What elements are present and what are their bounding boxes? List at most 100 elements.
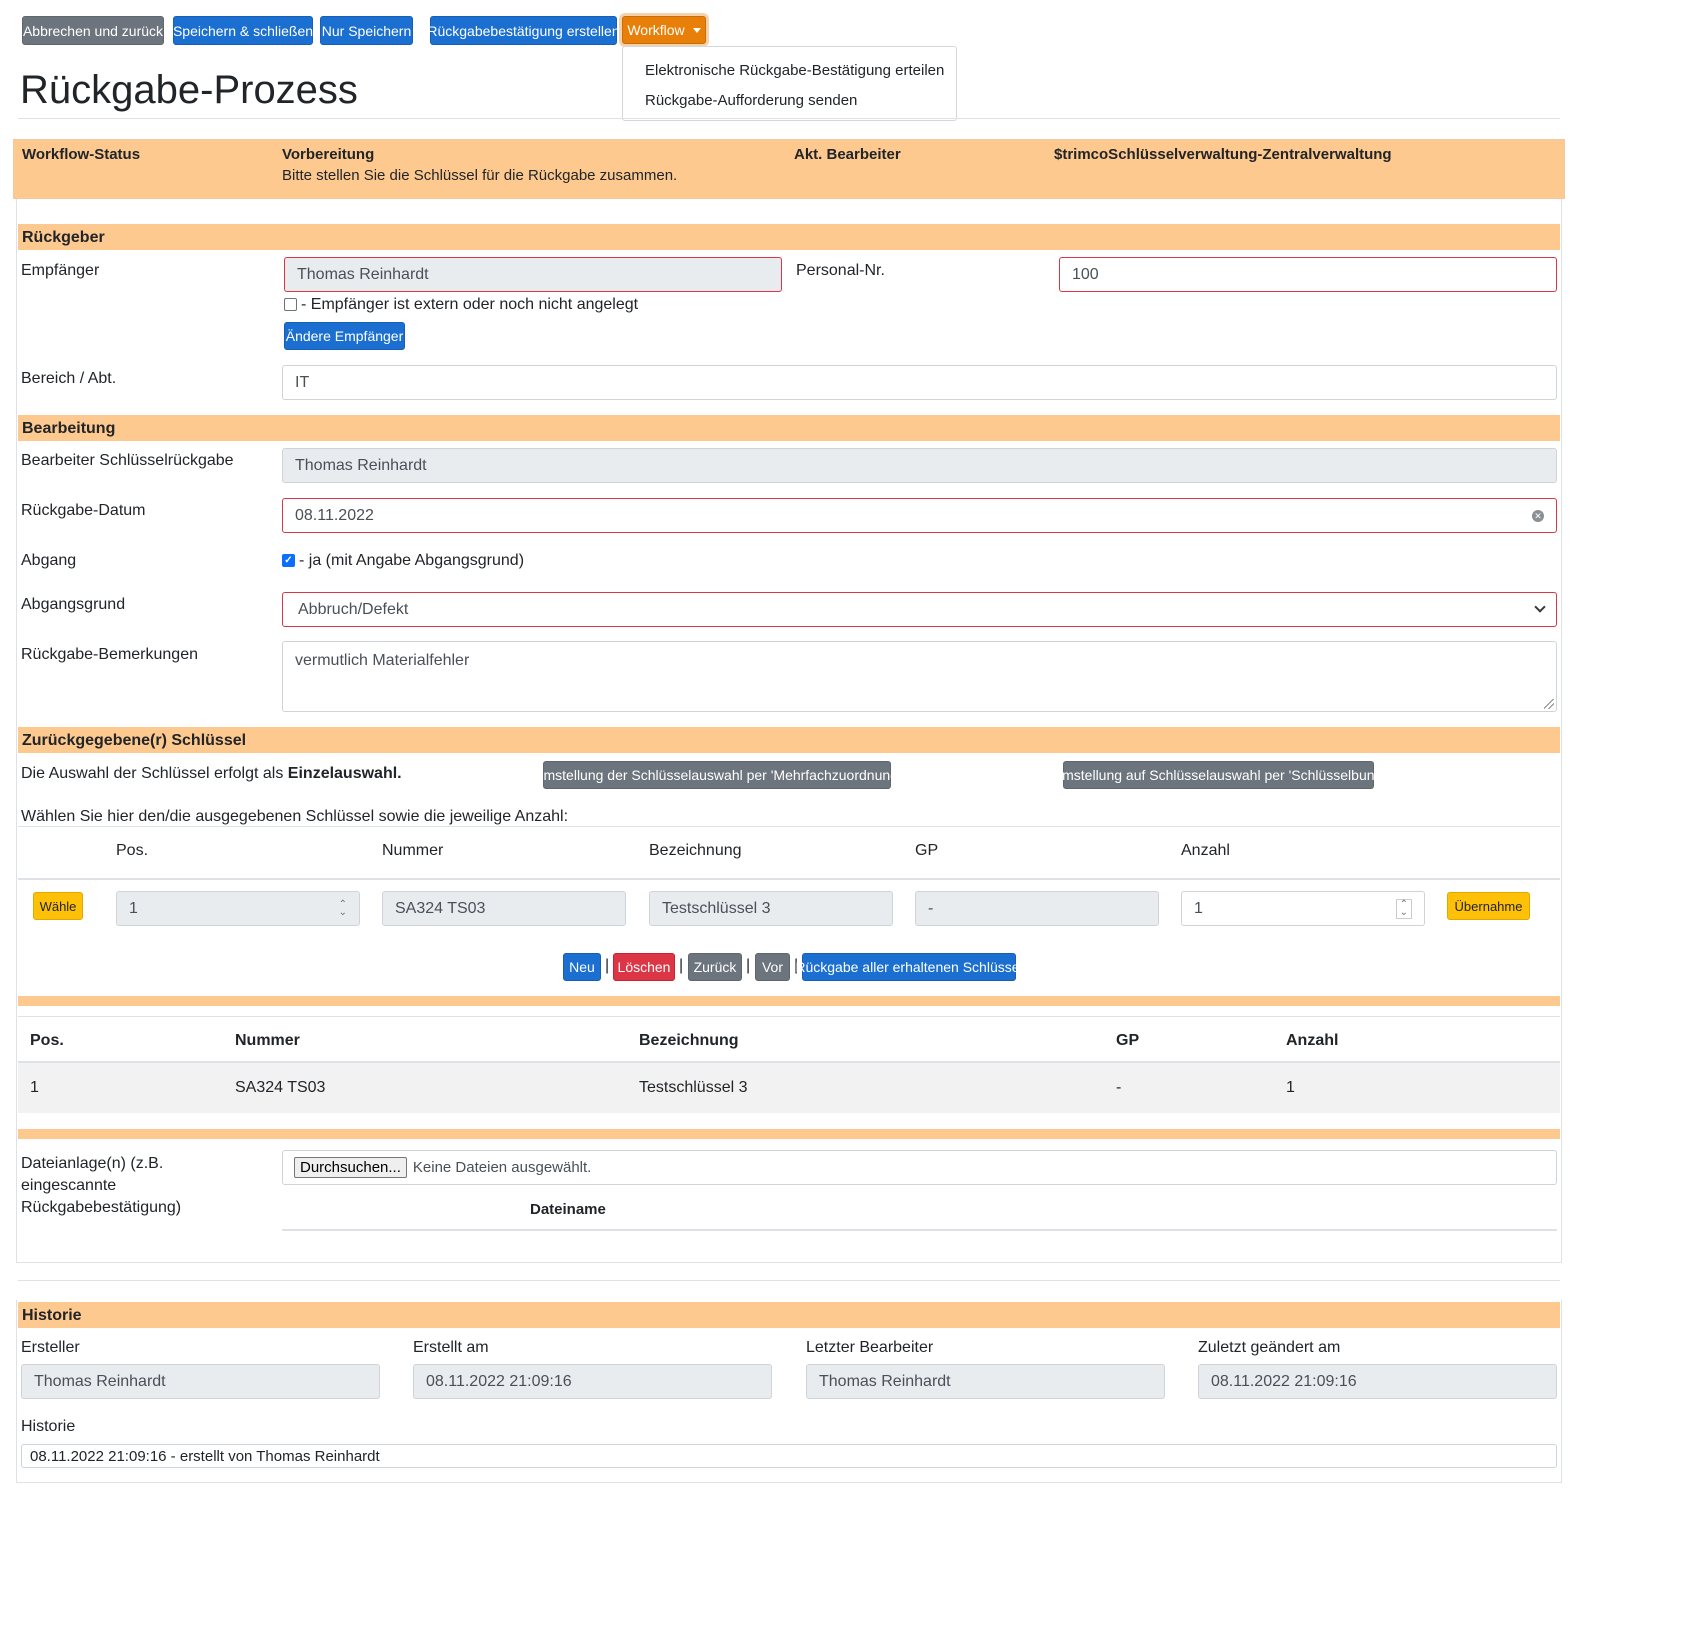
department-label: Bereich / Abt. [21, 370, 117, 387]
menu-item-send-request[interactable]: Rückgabe-Aufforderung senden [645, 92, 857, 109]
menu-item-electronic-confirmation[interactable]: Elektronische Rückgabe-Bestätigung ertei… [645, 62, 944, 79]
disposal-reason-select[interactable]: Abbruch/Defekt [282, 592, 1557, 627]
page-title: Rückgabe-Prozess [20, 68, 358, 112]
save-close-button[interactable]: Speichern & schließen [173, 16, 313, 45]
current-editor-label: Akt. Bearbeiter [794, 146, 901, 163]
creator-field[interactable]: Thomas Reinhardt [21, 1364, 380, 1399]
stepper-arrows-icon[interactable]: ⌃ ⌄ [1395, 898, 1412, 919]
history-log-field[interactable]: 08.11.2022 21:09:16 - erstellt von Thoma… [21, 1444, 1557, 1468]
select-key-button[interactable]: Wähle [33, 892, 83, 920]
workflow-status-label: Workflow-Status [22, 146, 141, 163]
change-recipient-button[interactable]: Ändere Empfänger [284, 322, 405, 350]
pos-value: 1 [129, 899, 138, 917]
return-date-label: Rückgabe-Datum [21, 502, 146, 519]
cancel-button[interactable]: Abbrechen und zurück [22, 16, 164, 45]
row-gp: - [1116, 1079, 1122, 1096]
workflow-label: Workflow [627, 22, 685, 38]
switch-multi-assign-button[interactable]: Umstellung der Schlüsselauswahl per 'Meh… [533, 761, 901, 789]
return-all-keys-button[interactable]: Rückgabe aller erhaltenen Schlüssel [795, 953, 1023, 981]
delete-button[interactable]: Löschen [613, 953, 675, 981]
section-rueckgeber: Rückgeber [18, 224, 1560, 250]
return-date-value: 08.11.2022 [295, 506, 374, 524]
filename-header-divider [282, 1229, 1557, 1231]
remarks-value: vermutlich Materialfehler [295, 652, 470, 669]
history-top-divider [18, 1280, 1560, 1281]
processor-field[interactable]: Thomas Reinhardt [282, 448, 1557, 483]
form-header-number: Nummer [382, 842, 444, 859]
department-field[interactable]: IT [282, 365, 1557, 400]
apply-button[interactable]: Übernahme [1447, 892, 1530, 920]
attachments-label: Dateianlage(n) (z.B. eingescannte Rückga… [21, 1155, 182, 1216]
workflow-status-bar: Workflow-Status Vorbereitung Bitte stell… [13, 139, 1565, 199]
nav-separator: | [746, 957, 751, 974]
form-header-pos: Pos. [116, 842, 149, 859]
switch-keyring-button[interactable]: Umstellung auf Schlüsselauswahl per 'Sch… [1052, 761, 1385, 789]
key-gp-field[interactable]: - [915, 891, 1159, 926]
disposal-reason-value: Abbruch/Defekt [298, 600, 409, 618]
processor-label: Bearbeiter Schlüsselrückgabe [21, 452, 234, 469]
last-editor-label: Letzter Bearbeiter [806, 1339, 934, 1356]
recipient-field[interactable]: Thomas Reinhardt [284, 257, 782, 292]
no-file-text: Keine Dateien ausgewählt. [412, 1159, 592, 1176]
keys-separator-bar [18, 996, 1560, 1006]
key-number-field[interactable]: SA324 TS03 [382, 891, 626, 926]
key-count-stepper[interactable]: 1 ⌃ ⌄ [1181, 891, 1425, 926]
created-at-label: Erstellt am [413, 1339, 489, 1356]
created-at-field[interactable]: 08.11.2022 21:09:16 [413, 1364, 772, 1399]
table-row[interactable]: 1 SA324 TS03 Testschlüssel 3 - 1 [18, 1061, 1560, 1113]
caret-down-icon [692, 27, 701, 33]
remarks-textarea[interactable]: vermutlich Materialfehler [282, 641, 1557, 712]
table-header-number: Nummer [235, 1032, 300, 1049]
section-bearbeitung: Bearbeitung [18, 415, 1560, 441]
save-only-button[interactable]: Nur Speichern [320, 16, 413, 45]
modified-at-label: Zuletzt geändert am [1198, 1339, 1341, 1356]
current-editor-value: $trimcoSchlüsselverwaltung-Zentralverwal… [1054, 146, 1392, 163]
stepper-arrows-icon[interactable]: ⌃ ⌄ [339, 899, 347, 917]
creator-label: Ersteller [21, 1339, 80, 1356]
table-header-count: Anzahl [1286, 1032, 1339, 1049]
table-top-border [18, 1016, 1560, 1017]
nav-separator: | [679, 957, 684, 974]
back-button[interactable]: Zurück [688, 953, 742, 981]
table-header-gp: GP [1116, 1032, 1140, 1049]
selection-text: Die Auswahl der Schlüssel erfolgt als [21, 765, 288, 782]
section-keys: Zurückgegebene(r) Schlüssel [18, 727, 1560, 753]
modified-at-field[interactable]: 08.11.2022 21:09:16 [1198, 1364, 1557, 1399]
disposal-checkbox-label: - ja (mit Angabe Abgangsgrund) [299, 552, 525, 569]
resize-handle-icon[interactable] [1544, 699, 1554, 709]
filename-header: Dateiname [530, 1201, 606, 1218]
count-value: 1 [1194, 899, 1203, 917]
selection-mode-value: Einzelauswahl. [287, 765, 402, 782]
table-header-designation: Bezeichnung [639, 1032, 739, 1049]
chevron-down-icon [1534, 601, 1546, 613]
row-number: SA324 TS03 [235, 1079, 326, 1096]
disposal-checkbox[interactable]: ✓ [282, 554, 295, 567]
instruction-divider [18, 826, 1560, 827]
workflow-menu: Elektronische Rückgabe-Bestätigung ertei… [622, 46, 957, 121]
workflow-status-hint: Bitte stellen Sie die Schlüssel für die … [282, 167, 678, 184]
personnel-number-field[interactable]: 100 [1059, 257, 1557, 292]
create-confirmation-button[interactable]: Rückgabebestätigung erstellen [427, 16, 620, 45]
return-date-field[interactable]: 08.11.2022 ✕ [282, 498, 1557, 533]
pos-stepper[interactable]: 1 ⌃ ⌄ [116, 891, 360, 926]
workflow-dropdown-button[interactable]: Workflow [622, 16, 706, 44]
forward-button[interactable]: Vor [755, 953, 790, 981]
selection-mode-text: Die Auswahl der Schlüssel erfolgt als Ei… [21, 765, 402, 783]
external-recipient-checkbox[interactable] [284, 298, 297, 311]
disposal-reason-label: Abgangsgrund [21, 596, 126, 613]
row-pos: 1 [30, 1079, 39, 1096]
browse-button[interactable]: Durchsuchen... [294, 1157, 407, 1178]
file-upload-field[interactable]: Durchsuchen... Keine Dateien ausgewählt. [282, 1150, 1557, 1185]
form-header-gp: GP [915, 842, 939, 859]
personnel-number-label: Personal-Nr. [796, 262, 885, 279]
key-selection-instruction: Wählen Sie hier den/die ausgegebenen Sch… [21, 808, 569, 825]
clear-icon[interactable]: ✕ [1532, 510, 1544, 522]
new-button[interactable]: Neu [563, 953, 601, 981]
last-editor-field[interactable]: Thomas Reinhardt [806, 1364, 1165, 1399]
form-header-designation: Bezeichnung [649, 842, 742, 859]
form-header-divider [18, 878, 1560, 880]
key-designation-field[interactable]: Testschlüssel 3 [649, 891, 893, 926]
nav-separator: | [605, 957, 610, 974]
remarks-label: Rückgabe-Bemerkungen [21, 646, 198, 663]
row-count: 1 [1286, 1079, 1295, 1096]
